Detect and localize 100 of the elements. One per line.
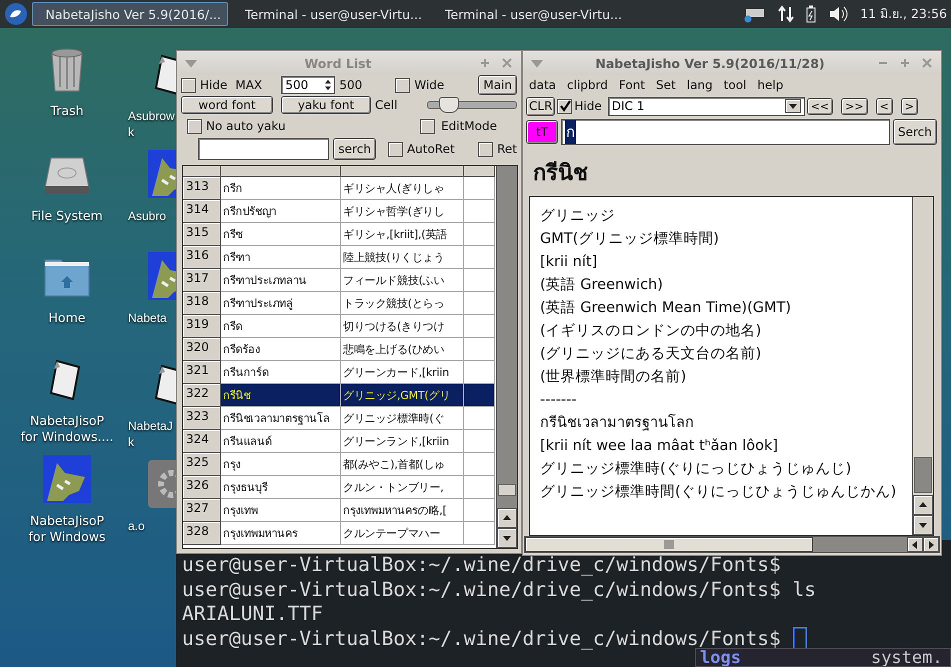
table-cell[interactable]: กรุงเทพ (221, 499, 341, 522)
clear-button[interactable]: CLR (526, 96, 556, 116)
table-cell[interactable]: กรีกปรัชญา (221, 200, 341, 223)
table-cell[interactable]: กรีนิชเวลามาตรฐานโล (221, 407, 341, 430)
menu-item[interactable]: data (529, 78, 556, 92)
table-cell[interactable]: ギリシャ人(ぎりしゃ (341, 177, 464, 200)
desktop-icon-label[interactable]: Asubrow (128, 108, 175, 124)
battery-icon[interactable] (806, 5, 816, 23)
table-cell[interactable]: กรีก (221, 177, 341, 200)
table-cell[interactable]: クルン・トンブリー, (341, 476, 464, 499)
table-cell[interactable] (464, 453, 495, 476)
case-toggle-button[interactable]: tT (526, 120, 558, 144)
table-cell[interactable]: 都(みやこ),首都(しゅ (341, 453, 464, 476)
table-cell[interactable] (464, 246, 495, 269)
desktop-icon-label[interactable]: Nabeta (128, 310, 167, 326)
word-font-button[interactable]: word font (181, 96, 273, 114)
desktop-icon-label[interactable]: Trash (50, 103, 84, 119)
table-cell[interactable]: กรุง (221, 453, 341, 476)
scrollbar[interactable] (496, 166, 517, 548)
menu-item[interactable]: help (757, 78, 784, 92)
table-cell[interactable] (464, 407, 495, 430)
desktop-icon-label[interactable]: k (128, 124, 134, 140)
scroll-left-button[interactable] (907, 537, 923, 552)
table-cell[interactable] (464, 476, 495, 499)
checkbox[interactable] (388, 142, 403, 156)
checkbox[interactable] (187, 118, 202, 134)
table-cell[interactable]: กรีฑาประเภทลาน (221, 269, 341, 292)
menu-item[interactable]: Set (656, 78, 676, 92)
table-cell[interactable]: กรีฑาประเภทลู่ (221, 292, 341, 315)
taskbar-button[interactable]: NabetaJisho Ver 5.9(2016/... (32, 2, 228, 26)
table-cell[interactable]: グリーンランド,[kriin (341, 430, 464, 453)
desktop-icon-label[interactable]: a.o (128, 518, 145, 534)
table-cell[interactable]: クルンテープマハー (341, 522, 464, 545)
table-cell[interactable] (464, 223, 495, 246)
navigation-button[interactable]: < (876, 98, 893, 114)
clock[interactable]: 11 มิ.ย., 23:56 (860, 4, 947, 24)
desktop-icon-label[interactable]: NabetaJ (128, 418, 173, 434)
checkbox[interactable] (557, 98, 572, 114)
taskbar-button[interactable]: Terminal - user@user-Virtu... (432, 2, 628, 26)
navigation-button[interactable]: << (806, 98, 834, 114)
main-button[interactable]: Main (478, 75, 517, 95)
table-cell[interactable]: กรีดร้อง (221, 338, 341, 361)
desktop-icon-label[interactable]: Home (48, 310, 86, 326)
menu-item[interactable]: Font (618, 78, 646, 92)
dictionary-dropdown[interactable]: DIC 1 (608, 96, 805, 116)
table-cell[interactable]: กรีนิช (221, 384, 341, 407)
table-cell[interactable]: フィールド競技(ふい (341, 269, 464, 292)
table-cell[interactable] (464, 361, 495, 384)
menu-item[interactable]: clipbrd (567, 78, 608, 92)
table-cell[interactable]: กรุงเทพมหานคร (221, 522, 341, 545)
desktop-icon-label[interactable]: for Windows.... (20, 429, 114, 445)
scroll-down-button[interactable] (913, 515, 933, 535)
scrollbar[interactable] (912, 197, 933, 535)
table-cell[interactable] (464, 177, 495, 200)
table-cell[interactable] (464, 430, 495, 453)
table-cell[interactable]: グリニッジ標準時(ぐ (341, 407, 464, 430)
desktop-icon-label[interactable]: File System (31, 208, 103, 224)
table-cell[interactable] (464, 200, 495, 223)
table-cell[interactable]: กรุงเทพมหานครの略,[ (341, 499, 464, 522)
table-cell[interactable]: ギリシャ,[kriit],(英語 (341, 223, 464, 246)
table-cell[interactable] (464, 292, 495, 315)
table-cell[interactable] (464, 338, 495, 361)
desktop-icon-label[interactable]: NabetaJisoP (30, 513, 104, 529)
taskbar-button[interactable]: Terminal - user@user-Virtu... (232, 2, 428, 26)
checkbox[interactable] (395, 78, 410, 92)
checkbox[interactable] (478, 142, 494, 156)
table-cell[interactable] (464, 384, 495, 407)
checkbox[interactable] (181, 78, 196, 92)
table-cell[interactable] (464, 269, 495, 292)
table-cell[interactable]: 切りつける(きりつけ (341, 315, 464, 338)
desktop-icon-label[interactable]: for Windows (28, 529, 106, 545)
scroll-right-button[interactable] (923, 537, 939, 552)
table-cell[interactable]: กรีซ (221, 223, 341, 246)
table-cell[interactable]: ギリシャ哲学(ぎりし (341, 200, 464, 223)
search-field[interactable]: ก (561, 119, 890, 145)
scroll-down-button[interactable] (497, 528, 517, 548)
max-spin-field[interactable]: 500 (281, 76, 336, 94)
table-cell[interactable] (464, 522, 495, 545)
scroll-thumb[interactable] (525, 537, 813, 552)
start-menu-icon[interactable] (4, 2, 28, 26)
scroll-thumb[interactable] (914, 457, 932, 493)
desktop-icon-label[interactable]: k (128, 434, 134, 450)
table-cell[interactable]: กรีฑา (221, 246, 341, 269)
checkbox[interactable] (420, 118, 436, 134)
horizontal-scrollbar[interactable] (524, 536, 940, 553)
scroll-up-button[interactable] (497, 508, 517, 528)
search-field[interactable] (198, 138, 330, 160)
desktop-icon-label[interactable]: Asubro (128, 208, 166, 224)
table-cell[interactable]: 陸上競技(りくじょう (341, 246, 464, 269)
table-cell[interactable]: กรีนแลนด์ (221, 430, 341, 453)
table-cell[interactable]: トラック競技(とらっ (341, 292, 464, 315)
scroll-thumb[interactable] (498, 484, 516, 496)
menu-item[interactable]: tool (724, 78, 746, 92)
table-cell[interactable]: グリニッジ,GMT(グリ (341, 384, 464, 407)
table-cell[interactable]: 悲鳴を上げる(ひめい (341, 338, 464, 361)
search-button[interactable]: serch (333, 138, 376, 160)
yaku-font-button[interactable]: yaku font (281, 96, 371, 114)
search-button[interactable]: Serch (893, 119, 937, 145)
scroll-up-button[interactable] (913, 495, 933, 515)
slider-thumb[interactable] (438, 97, 458, 113)
